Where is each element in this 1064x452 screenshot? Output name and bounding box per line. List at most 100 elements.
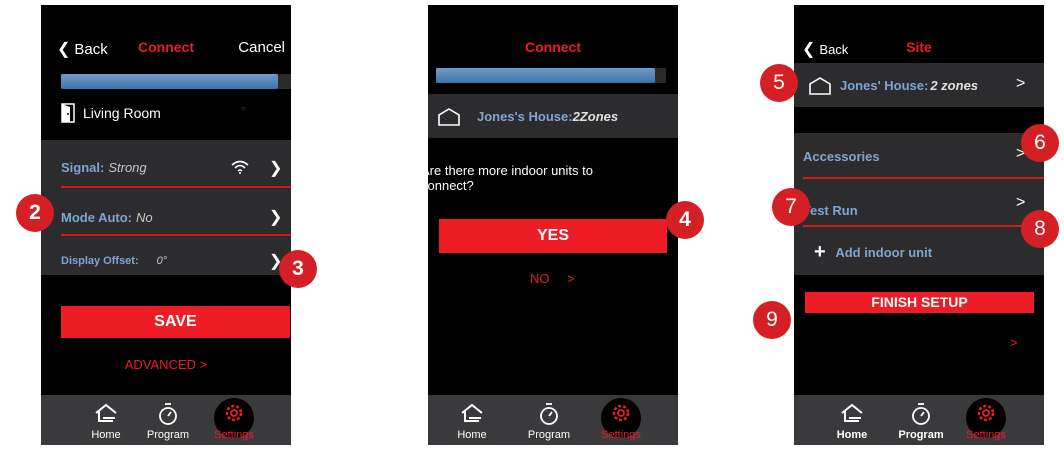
cancel-button[interactable]: Cancel [238, 39, 285, 56]
tab-bar: Home Program Settings [41, 395, 291, 445]
header: ❮ Back Site [794, 39, 1044, 63]
tab-program[interactable]: Program [519, 399, 579, 441]
room-name: Living Room [83, 105, 161, 121]
divider [803, 225, 1044, 227]
site-screen: ❮ Back Site Jones' House: 2 zones > Access… [794, 5, 1044, 445]
tab-settings-label: Settings [966, 429, 1006, 441]
house-row[interactable]: Jones' House: 2 zones > [794, 63, 1044, 107]
chevron-right-icon[interactable]: > [1010, 335, 1018, 350]
house-chevron-icon: > [1016, 75, 1026, 92]
tab-program-label: Program [146, 429, 190, 441]
tab-home-label: Home [836, 429, 868, 441]
gear-icon [225, 404, 243, 422]
tab-home[interactable]: Home [76, 399, 136, 441]
add-indoor-unit-row[interactable]: + Add indoor unit [814, 241, 1044, 264]
finish-setup-button[interactable]: FINISH SETUP [805, 292, 1034, 313]
advanced-link[interactable]: ADVANCED > [41, 357, 291, 372]
timer-icon [912, 403, 930, 425]
timer-icon [540, 403, 558, 425]
house-name: Jones' House: [840, 78, 929, 93]
plus-icon: + [814, 241, 826, 263]
no-chevron-icon: > [567, 271, 575, 286]
question-text: Are there more indoor units to connect? [428, 163, 593, 193]
no-label: NO [530, 271, 550, 286]
callout-badge: 4 [666, 201, 704, 239]
add-unit-label: Add indoor unit [835, 245, 933, 260]
divider [61, 186, 291, 188]
display-offset-row[interactable]: Display Offset: 0° [61, 255, 291, 267]
divider [61, 234, 291, 236]
house-icon [438, 108, 460, 126]
home-icon [95, 403, 117, 422]
tab-settings[interactable]: Settings [591, 398, 651, 441]
callout-badge: 6 [1021, 124, 1059, 162]
house-row: Jones's House:2Zones [428, 94, 678, 138]
house-label: Jones' House: 2 zones [840, 78, 978, 93]
mode-value: No [136, 210, 153, 225]
accessories-row[interactable]: Accessories [803, 149, 1044, 164]
signal-value: Strong [108, 160, 147, 175]
callout-badge: 7 [772, 188, 810, 226]
tab-home[interactable]: Home [822, 399, 882, 441]
zone-count: 2Zones [572, 109, 619, 124]
tab-settings[interactable]: Settings [956, 398, 1016, 441]
tab-home-label: Home [91, 429, 121, 441]
yes-button[interactable]: YES [439, 219, 667, 253]
mode-auto-row[interactable]: Mode Auto: No [61, 210, 291, 225]
signal-row[interactable]: Signal: Strong [61, 160, 291, 175]
test-run-chevron-icon[interactable]: > [1016, 194, 1025, 212]
signal-chevron-icon[interactable]: ❯ [269, 158, 282, 178]
no-button[interactable]: NO > [530, 271, 575, 286]
tab-home-label: Home [457, 429, 487, 441]
save-button[interactable]: SAVE [61, 306, 290, 338]
callout-badge: 8 [1021, 210, 1059, 248]
page-title: Connect [525, 39, 581, 55]
settings-panel: Signal: Strong ❯ Mode Auto: No ❯ Display O… [41, 140, 291, 275]
signal-label: Signal: [61, 160, 105, 175]
tab-settings-label: Settings [601, 429, 641, 441]
header: ❮ Back Connect Cancel [41, 39, 291, 63]
progress-fill [436, 68, 655, 83]
offset-label: Display Offset: [61, 255, 139, 267]
divider [803, 177, 1044, 179]
tab-home[interactable]: Home [442, 399, 502, 441]
test-run-label: Test Run [803, 203, 858, 218]
tab-bar: Home Program Settings [794, 395, 1044, 445]
tab-settings[interactable]: Settings [204, 398, 264, 441]
door-icon [61, 103, 75, 123]
connect-room-screen: ❮ Back Connect Cancel Living Room ○ Signa… [41, 5, 291, 445]
test-run-row[interactable]: Test Run [803, 203, 1044, 218]
progress-fill [61, 74, 279, 89]
site-options-panel: Accessories > Test Run > + Add indoor un… [794, 133, 1044, 275]
callout-badge: 2 [16, 194, 54, 232]
house-label: Jones's House:2Zones [477, 109, 618, 124]
header: Connect [428, 39, 678, 63]
progress-bar [61, 74, 291, 89]
tab-program[interactable]: Program [138, 399, 198, 441]
gear-icon [612, 404, 630, 422]
timer-icon [159, 403, 177, 425]
connect-more-units-screen: Connect Jones's House:2Zones Are there m… [428, 5, 678, 445]
accessories-label: Accessories [803, 149, 880, 164]
room-row: Living Room [61, 103, 161, 123]
tab-program[interactable]: Program [891, 399, 951, 441]
callout-badge: 3 [279, 250, 317, 288]
tab-program-label: Program [898, 429, 944, 441]
page-title: Site [906, 39, 932, 55]
tab-settings-label: Settings [214, 429, 254, 441]
home-icon [841, 403, 863, 422]
status-dot-icon: ○ [241, 104, 246, 113]
house-name: Jones's House: [477, 109, 573, 124]
callout-badge: 5 [760, 64, 798, 102]
mode-chevron-icon[interactable]: ❯ [269, 207, 282, 227]
offset-value: 0° [156, 255, 168, 267]
tab-bar: Home Program Settings [428, 395, 678, 445]
wifi-icon [231, 160, 249, 174]
zone-count: 2 zones [930, 78, 979, 93]
home-icon [461, 403, 483, 422]
house-icon [809, 77, 831, 95]
progress-bar [436, 68, 666, 83]
gear-icon [977, 404, 995, 422]
mode-label: Mode Auto: [61, 210, 132, 225]
callout-badge: 9 [753, 301, 791, 339]
